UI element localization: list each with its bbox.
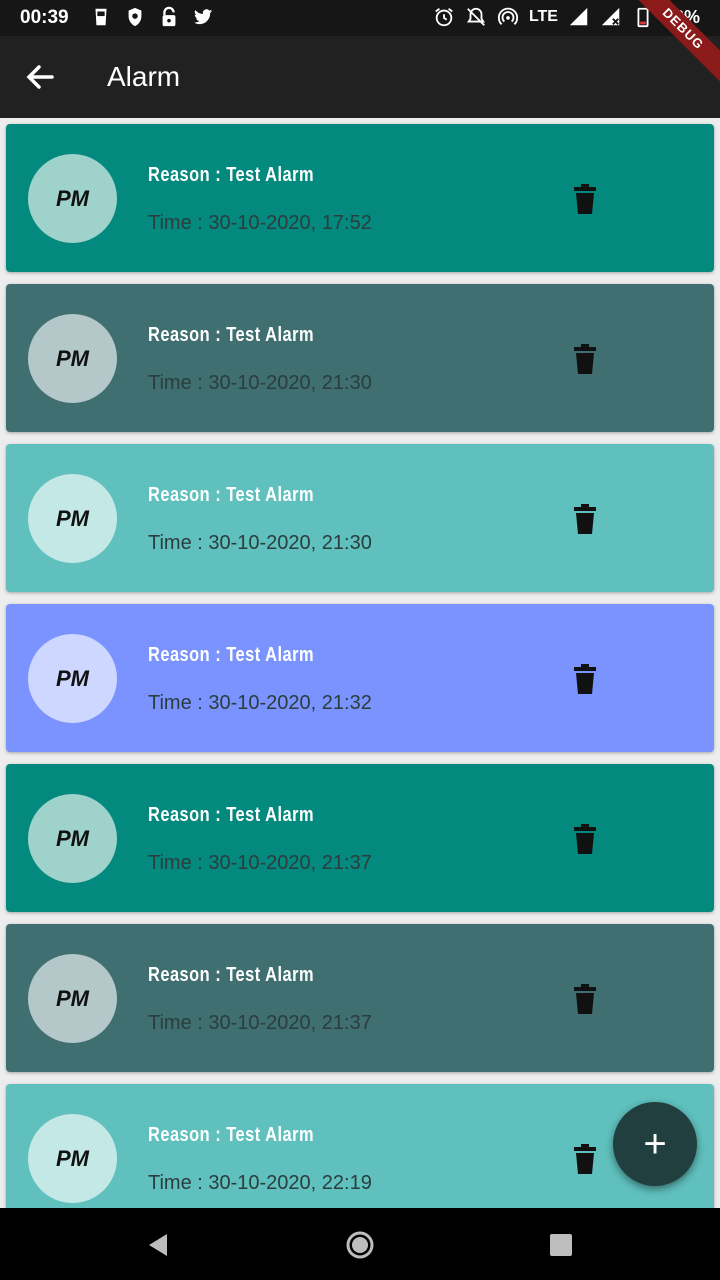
- twitter-icon: [193, 9, 213, 25]
- alarm-time: Time : 30-10-2020, 17:52: [148, 212, 372, 234]
- delete-icon[interactable]: [572, 824, 598, 854]
- add-icon: +: [643, 1121, 667, 1166]
- network-type: LTE: [528, 8, 558, 25]
- alarm-avatar: PM: [28, 1114, 117, 1203]
- alarm-time: Time : 30-10-2020, 21:37: [148, 1012, 372, 1034]
- navigation-bar: [0, 1208, 720, 1280]
- signal-icon: [569, 7, 588, 26]
- hotspot-icon: [497, 7, 519, 25]
- add-alarm-button[interactable]: +: [613, 1102, 697, 1186]
- sim-icon: [95, 8, 107, 26]
- alarm-card[interactable]: PM Reason : Test Alarm Time : 30-10-2020, …: [6, 124, 714, 272]
- alarm-reason: Reason : Test Alarm: [148, 804, 315, 826]
- alarm-time: Time : 30-10-2020, 21:32: [148, 692, 372, 714]
- alarm-reason: Reason : Test Alarm: [148, 964, 315, 986]
- alarm-avatar: PM: [28, 154, 117, 243]
- delete-icon[interactable]: [572, 344, 598, 374]
- alarm-card[interactable]: PM Reason : Test Alarm Time : 30-10-2020, …: [6, 284, 714, 432]
- alarm-reason: Reason : Test Alarm: [148, 484, 315, 506]
- alarm-card[interactable]: PM Reason : Test Alarm Time : 30-10-2020, …: [6, 444, 714, 592]
- back-nav-icon[interactable]: [143, 1230, 173, 1260]
- delete-icon[interactable]: [572, 1144, 598, 1174]
- alarm-time: Time : 30-10-2020, 22:19: [148, 1172, 372, 1194]
- alarm-avatar: PM: [28, 954, 117, 1043]
- alarm-icon: [435, 8, 453, 27]
- signal-icon: [601, 7, 620, 26]
- delete-icon[interactable]: [572, 664, 598, 694]
- alarm-list: PM Reason : Test Alarm Time : 30-10-2020, …: [6, 124, 714, 1244]
- alarm-reason: Reason : Test Alarm: [148, 164, 315, 186]
- alarm-reason: Reason : Test Alarm: [148, 324, 315, 346]
- alarm-avatar: PM: [28, 794, 117, 883]
- status-left-icons: [90, 6, 214, 28]
- back-arrow-icon[interactable]: [22, 59, 62, 95]
- page-title: Alarm: [107, 61, 181, 92]
- notifications-off-icon: [466, 7, 485, 26]
- alarm-reason: Reason : Test Alarm: [148, 644, 315, 666]
- alarm-time: Time : 30-10-2020, 21:37: [148, 852, 372, 874]
- alarm-reason: Reason : Test Alarm: [148, 1124, 315, 1146]
- app-bar: Alarm: [0, 36, 720, 118]
- shield-icon: [128, 7, 142, 27]
- alarm-avatar: PM: [28, 474, 117, 563]
- status-time: 00:39: [20, 7, 69, 28]
- status-bar: 00:39 LTE 12%: [0, 0, 720, 36]
- home-nav-icon[interactable]: [345, 1230, 375, 1260]
- alarm-card[interactable]: PM Reason : Test Alarm Time : 30-10-2020, …: [6, 604, 714, 752]
- alarm-time: Time : 30-10-2020, 21:30: [148, 372, 372, 394]
- alarm-card[interactable]: PM Reason : Test Alarm Time : 30-10-2020, …: [6, 924, 714, 1072]
- alarm-avatar: PM: [28, 314, 117, 403]
- delete-icon[interactable]: [572, 184, 598, 214]
- alarm-card[interactable]: PM Reason : Test Alarm Time : 30-10-2020, …: [6, 764, 714, 912]
- delete-icon[interactable]: [572, 504, 598, 534]
- alarm-avatar: PM: [28, 634, 117, 723]
- alarm-time: Time : 30-10-2020, 21:30: [148, 532, 372, 554]
- delete-icon[interactable]: [572, 984, 598, 1014]
- recents-nav-icon[interactable]: [546, 1230, 576, 1260]
- lock-icon: [162, 6, 176, 27]
